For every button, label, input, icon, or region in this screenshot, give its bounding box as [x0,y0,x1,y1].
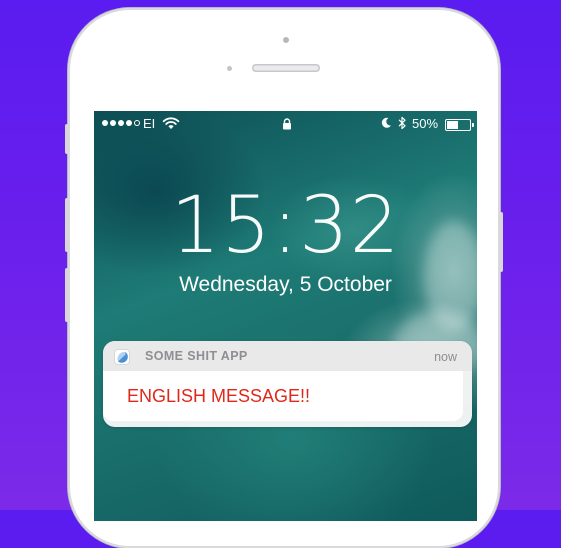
volume-down-button [65,268,69,322]
lock-icon [282,118,292,133]
push-notification[interactable]: SOME SHIT APP now ENGLISH MESSAGE!! [103,341,472,427]
earpiece-speaker [252,64,320,72]
signal-dot [134,120,140,126]
lock-screen-date: Wednesday, 5 October [179,273,392,296]
do-not-disturb-moon-icon [380,117,392,132]
battery-icon [445,119,474,131]
proximity-sensor [227,66,232,71]
battery-fill [447,121,458,129]
battery-percentage: 50% [412,116,439,131]
lock-screen-time: 15:32 [170,181,401,271]
bluetooth-icon [398,116,407,133]
wifi-icon [162,117,180,133]
power-button [499,212,503,272]
mute-switch [65,124,69,154]
signal-dot [102,120,108,126]
notification-app-name: SOME SHIT APP [145,349,248,363]
front-camera [283,37,289,43]
battery-nub [472,123,474,127]
app-icon [114,349,130,365]
notification-header: SOME SHIT APP now [103,341,472,371]
signal-dot [110,120,116,126]
lock-screen: EI 50% 15:32 Wednesday, 5 October [94,111,477,521]
signal-dot [126,120,132,126]
notification-body: ENGLISH MESSAGE!! [103,371,463,421]
volume-up-button [65,198,69,252]
signal-dot [118,120,124,126]
status-bar: EI 50% [94,111,477,137]
notification-message: ENGLISH MESSAGE!! [127,386,311,406]
signal-strength-icon [102,120,140,126]
notification-time: now [434,350,457,364]
carrier-label: EI [143,116,156,131]
